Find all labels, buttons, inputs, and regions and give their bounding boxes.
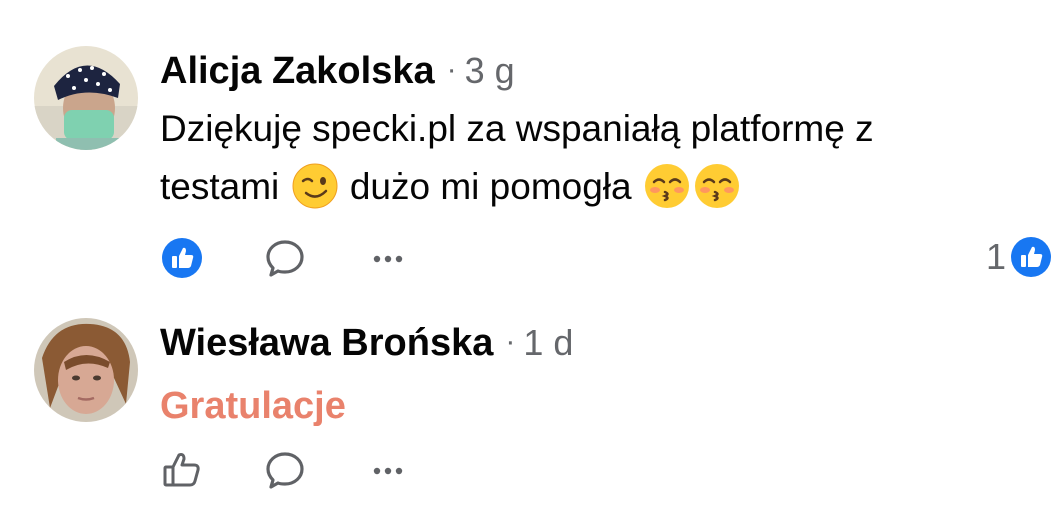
more-dots-icon bbox=[373, 255, 403, 263]
separator: · bbox=[446, 53, 457, 86]
comment-actions bbox=[160, 236, 410, 280]
kissing-face-smiling-eyes-icon bbox=[694, 164, 739, 208]
comment-time[interactable]: 3 g bbox=[465, 50, 515, 92]
comment-header: Wiesława Brońska · 1 d bbox=[160, 322, 573, 365]
comment-actions bbox=[160, 448, 410, 492]
kissing-face-smiling-eyes-icon bbox=[644, 164, 689, 208]
reply-button[interactable] bbox=[263, 236, 307, 280]
comment-item: Alicja Zakolska · 3 g Dziękuję specki.pl… bbox=[0, 0, 1064, 300]
comment-text: Gratulacje bbox=[160, 385, 346, 427]
more-options-button[interactable] bbox=[366, 236, 410, 280]
reaction-count: 1 bbox=[985, 236, 1006, 277]
winking-face-icon bbox=[292, 163, 338, 209]
comment-header: Alicja Zakolska · 3 g bbox=[160, 50, 515, 93]
comment-text: Dziękuję specki.pl za wspaniałą platform… bbox=[160, 100, 1040, 216]
comment-bubble-icon bbox=[266, 452, 304, 489]
author-name[interactable]: Alicja Zakolska bbox=[160, 50, 435, 93]
separator: · bbox=[505, 325, 516, 358]
comment-text-line: dużo mi pomogła bbox=[349, 166, 632, 207]
comment-item: Wiesława Brońska · 1 d Gratulacje bbox=[0, 300, 1064, 510]
like-button[interactable] bbox=[160, 236, 204, 280]
author-name[interactable]: Wiesława Brońska bbox=[160, 322, 493, 365]
like-outline-icon bbox=[163, 453, 200, 487]
comment-bubble-icon bbox=[266, 240, 304, 277]
avatar[interactable] bbox=[34, 46, 138, 150]
like-button[interactable] bbox=[160, 448, 204, 492]
like-icon bbox=[1011, 237, 1051, 277]
more-dots-icon bbox=[373, 467, 403, 475]
comment-text-line: testami bbox=[160, 166, 280, 207]
avatar-image bbox=[34, 318, 138, 422]
avatar[interactable] bbox=[34, 318, 138, 422]
comment-time[interactable]: 1 d bbox=[523, 322, 573, 364]
more-options-button[interactable] bbox=[366, 448, 410, 492]
avatar-image bbox=[34, 46, 138, 150]
comment-text-line: Dziękuję specki.pl za wspaniałą platform… bbox=[160, 108, 874, 149]
like-filled-icon bbox=[162, 238, 202, 278]
reply-button[interactable] bbox=[263, 448, 307, 492]
reaction-summary[interactable]: 1 bbox=[986, 236, 1052, 278]
